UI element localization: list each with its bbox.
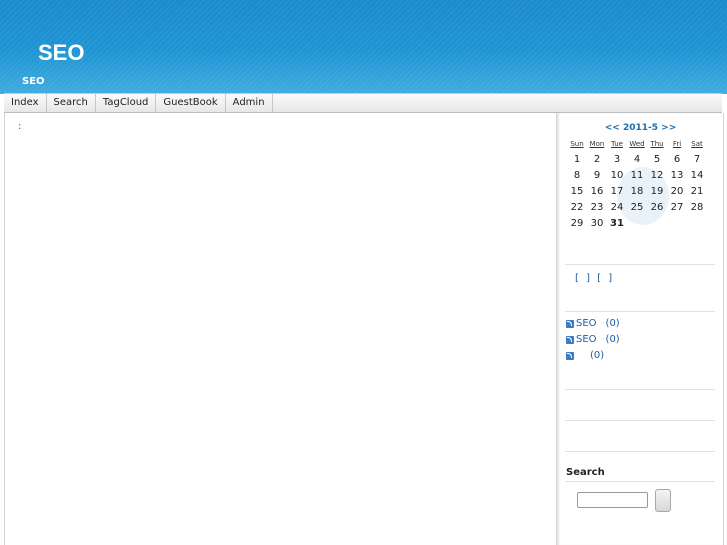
- site-title[interactable]: SEO: [38, 40, 84, 66]
- calendar-day: 24: [610, 201, 624, 213]
- calendar-day: [647, 215, 667, 231]
- calendar-day: 17: [610, 185, 624, 197]
- calendar-month-label: 2011-5: [622, 123, 659, 133]
- calendar-week-row: 22 23 24 25 26 27 28: [567, 199, 707, 215]
- feed-label[interactable]: SEO: [576, 333, 597, 347]
- calendar-day: 27: [670, 201, 684, 213]
- nav-item-tagcloud[interactable]: TagCloud: [96, 94, 157, 112]
- calendar-weekday-row: Sun Mon Tue Wed Thu Fri Sat: [567, 137, 707, 151]
- calendar-day: 26: [650, 201, 664, 213]
- weekday-label: Sun: [570, 140, 584, 148]
- calendar-day: 25: [630, 201, 644, 213]
- calendar-day: 15: [570, 185, 584, 197]
- calendar-day: 2: [593, 153, 601, 165]
- nav-item-guestbook[interactable]: GuestBook: [156, 94, 226, 112]
- calendar-grid: Sun Mon Tue Wed Thu Fri Sat 1 2 3 4 5 6: [567, 137, 707, 231]
- sidebar-divider: [565, 481, 715, 482]
- nav-bar: Index Search TagCloud GuestBook Admin: [4, 93, 722, 113]
- calendar-day: 16: [590, 185, 604, 197]
- sidebar-divider: [565, 420, 715, 421]
- calendar-day: [687, 215, 707, 231]
- calendar-day: 8: [573, 169, 581, 181]
- calendar-day: 1: [573, 153, 581, 165]
- feed-count: (0): [605, 334, 620, 345]
- calendar-day: 30: [590, 217, 604, 229]
- calendar-day: 7: [693, 153, 701, 165]
- feed-item[interactable]: SEO (0): [566, 333, 620, 347]
- sidebar-divider: [565, 311, 715, 312]
- calendar-day: 23: [590, 201, 604, 213]
- search-heading: Search: [566, 467, 605, 478]
- calendar-nav: << 2011-5 >>: [557, 123, 724, 133]
- calendar-day: 28: [690, 201, 704, 213]
- feed-item[interactable]: SEO (0): [566, 317, 620, 331]
- feed-count: (0): [590, 350, 605, 361]
- sidebar-divider: [565, 451, 715, 452]
- sidebar: << 2011-5 >> Sun Mon Tue Wed Thu Fri Sat…: [556, 113, 724, 545]
- content-area: :: [5, 113, 556, 545]
- calendar-week-row: 15 16 17 18 19 20 21: [567, 183, 707, 199]
- nav-item-admin[interactable]: Admin: [226, 94, 273, 112]
- calendar-day: [627, 215, 647, 231]
- weekday-label: Tue: [611, 140, 623, 148]
- calendar-day: 29: [570, 217, 584, 229]
- rss-icon: [566, 352, 574, 360]
- weekday-label: Fri: [672, 140, 682, 148]
- calendar-week-row: 29 30 31: [567, 215, 707, 231]
- calendar-day: 18: [630, 185, 644, 197]
- calendar-day: 4: [633, 153, 641, 165]
- search-button[interactable]: [655, 489, 671, 512]
- nav-item-index[interactable]: Index: [4, 94, 47, 112]
- calendar-prev-link[interactable]: <<: [605, 123, 620, 133]
- calendar-day: 13: [670, 169, 684, 181]
- calendar-day: 11: [630, 169, 644, 181]
- feed-item[interactable]: (0): [566, 349, 604, 363]
- calendar-day: 6: [673, 153, 681, 165]
- feed-label[interactable]: SEO: [576, 317, 597, 331]
- calendar-day: 12: [650, 169, 664, 181]
- calendar-day-today: 31: [610, 217, 624, 229]
- calendar-day: 3: [613, 153, 621, 165]
- calendar-day: 20: [670, 185, 684, 197]
- weekday-label: Sat: [691, 140, 703, 148]
- weekday-label: Thu: [650, 140, 664, 148]
- nav-item-search[interactable]: Search: [47, 94, 96, 112]
- main-frame: : << 2011-5 >> Sun Mon Tue Wed Thu Fri S…: [4, 113, 724, 545]
- feed-count: (0): [605, 318, 620, 329]
- calendar-day: 5: [653, 153, 661, 165]
- site-header: SEO SEO: [0, 0, 727, 94]
- calendar-week-row: 8 9 10 11 12 13 14: [567, 167, 707, 183]
- weekday-label: Wed: [629, 140, 645, 148]
- content-text: :: [18, 121, 22, 132]
- calendar-day: 14: [690, 169, 704, 181]
- calendar-week-row: 1 2 3 4 5 6 7: [567, 151, 707, 167]
- sidebar-divider: [565, 264, 715, 265]
- calendar-day: 21: [690, 185, 704, 197]
- calendar-day: 19: [650, 185, 664, 197]
- calendar-day: [667, 215, 687, 231]
- weekday-label: Mon: [589, 140, 605, 148]
- calendar-day: 22: [570, 201, 584, 213]
- calendar-next-link[interactable]: >>: [661, 123, 676, 133]
- sidebar-divider: [565, 389, 715, 390]
- search-input[interactable]: [577, 492, 648, 508]
- rss-icon: [566, 320, 574, 328]
- site-subtitle: SEO: [22, 76, 45, 87]
- calendar-day: 10: [610, 169, 624, 181]
- rss-icon: [566, 336, 574, 344]
- tag-links[interactable]: [ ] [ ]: [575, 273, 614, 284]
- calendar-day: 9: [593, 169, 601, 181]
